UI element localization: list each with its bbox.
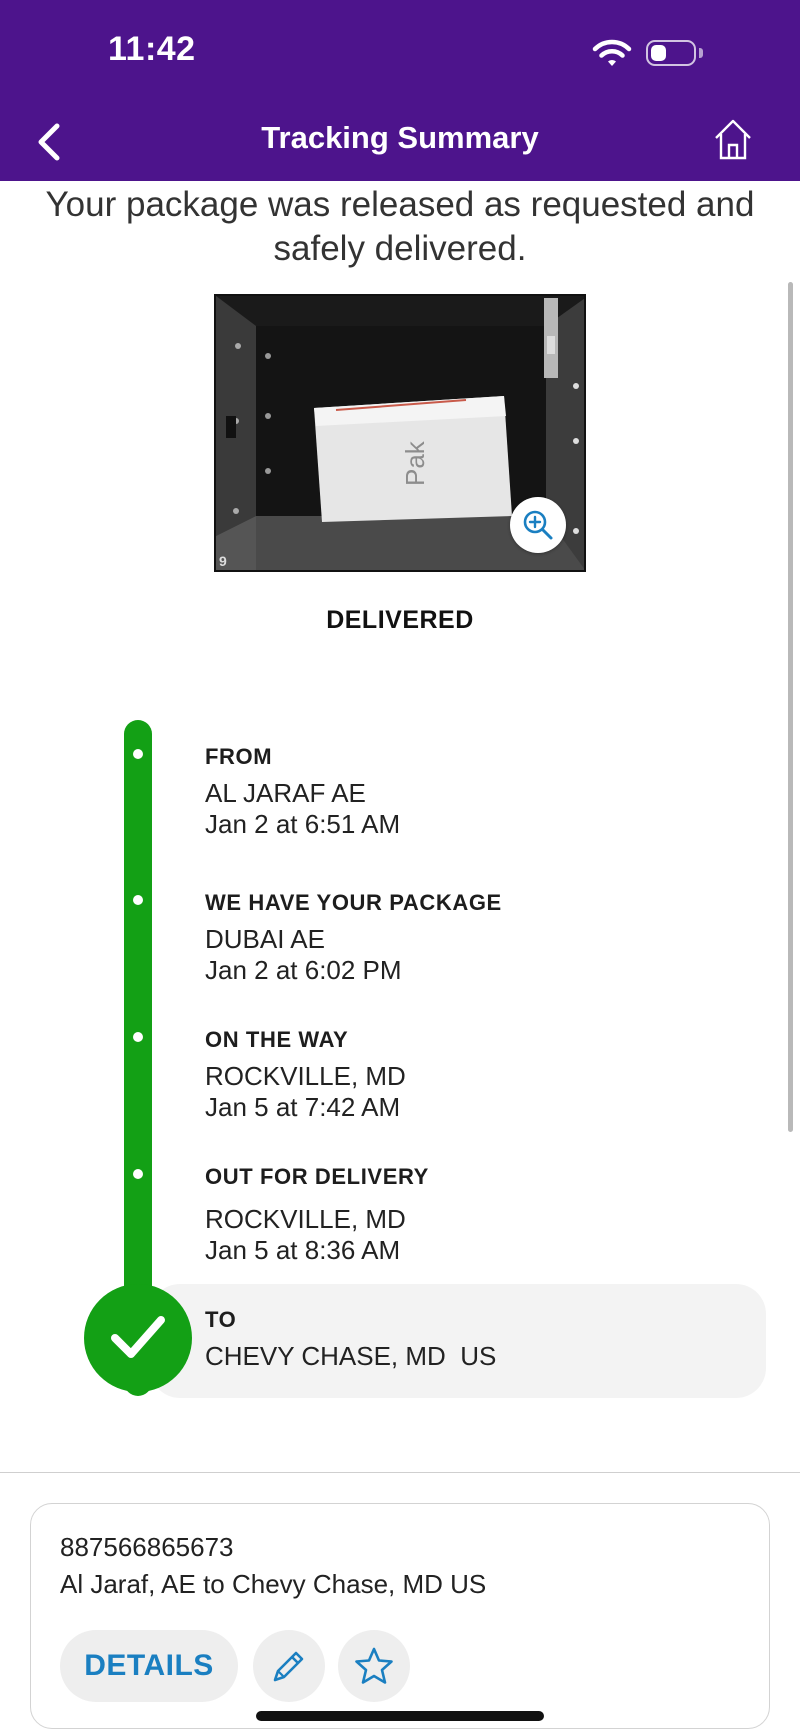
event-time: Jan 5 at 8:36 AM bbox=[205, 1235, 401, 1265]
event-location: ROCKVILLE, MD bbox=[205, 1204, 406, 1234]
zoom-in-icon bbox=[523, 510, 553, 540]
home-button[interactable] bbox=[712, 116, 754, 162]
favorite-button[interactable] bbox=[338, 1630, 410, 1702]
event-title: ON THE WAY bbox=[205, 1027, 349, 1052]
event-title: TO bbox=[205, 1307, 237, 1332]
event-title: OUT FOR DELIVERY bbox=[205, 1164, 429, 1189]
delivery-status: DELIVERED bbox=[326, 606, 474, 634]
event-location: AL JARAF AE bbox=[205, 778, 366, 808]
event-location: DUBAI AE bbox=[205, 924, 325, 954]
event-location: ROCKVILLE, MD bbox=[205, 1061, 406, 1091]
delivery-message: Your package was released as requested a… bbox=[45, 185, 755, 268]
event-time: Jan 2 at 6:51 AM bbox=[205, 809, 401, 839]
home-icon bbox=[715, 119, 751, 160]
battery-icon bbox=[646, 40, 696, 66]
page-title: Tracking Summary bbox=[261, 120, 539, 155]
package-label: Pak bbox=[400, 440, 430, 486]
divider bbox=[0, 1472, 800, 1473]
wifi-icon bbox=[592, 39, 632, 66]
timeline-dot bbox=[133, 1032, 143, 1042]
details-button[interactable]: DETAILS bbox=[60, 1630, 238, 1702]
tracking-number: 887566865673 bbox=[60, 1532, 234, 1562]
checkmark-icon bbox=[111, 1316, 165, 1358]
event-time: Jan 5 at 7:42 AM bbox=[205, 1092, 401, 1122]
shipment-route: Al Jaraf, AE to Chevy Chase, MD US bbox=[60, 1569, 487, 1599]
edit-button[interactable] bbox=[253, 1630, 325, 1702]
header-bar: 11:42 Tracking Summary bbox=[0, 0, 800, 181]
event-time: Jan 2 at 6:02 PM bbox=[205, 955, 402, 985]
timeline-dot bbox=[133, 895, 143, 905]
home-indicator[interactable] bbox=[256, 1711, 544, 1721]
pencil-icon bbox=[273, 1651, 304, 1682]
event-title: FROM bbox=[205, 744, 273, 769]
delivered-check-badge bbox=[84, 1284, 192, 1392]
scrollbar[interactable] bbox=[788, 282, 793, 1132]
star-icon bbox=[355, 1647, 393, 1684]
timeline-dot bbox=[133, 749, 143, 759]
timeline-dot bbox=[133, 1169, 143, 1179]
status-time: 11:42 bbox=[108, 30, 196, 68]
event-location: CHEVY CHASE, MD US bbox=[205, 1341, 497, 1371]
event-title: WE HAVE YOUR PACKAGE bbox=[205, 890, 502, 915]
svg-text:9: 9 bbox=[219, 553, 227, 569]
zoom-button[interactable] bbox=[510, 497, 566, 553]
